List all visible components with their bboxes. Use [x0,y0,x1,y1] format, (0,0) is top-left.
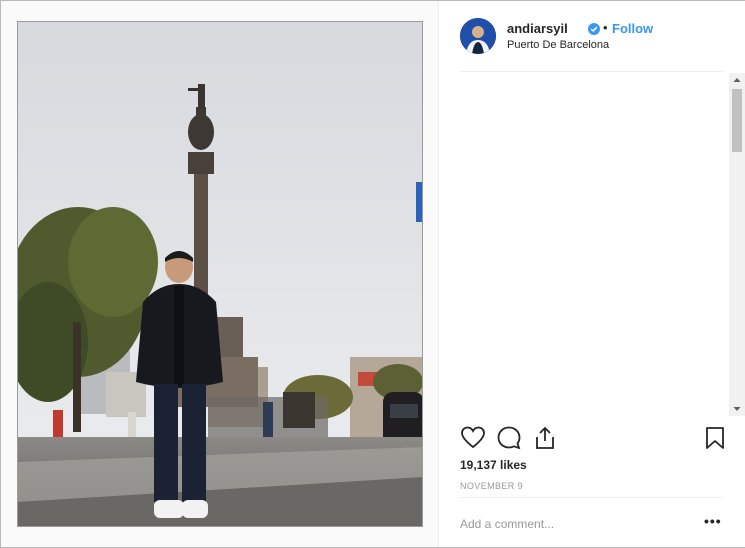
separator-dot: • [603,20,608,35]
post-photo[interactable] [17,21,423,527]
avatar-image [460,18,496,54]
post-header: andiarsyil • Follow Puerto De Barcelona [460,18,720,56]
photo-illustration [18,22,422,526]
comment-divider [460,497,723,498]
speech-bubble-icon[interactable] [496,425,522,451]
photo-panel [1,1,439,547]
more-options-icon[interactable]: ••• [704,513,722,529]
scroll-down-arrow-icon[interactable] [729,402,745,416]
comment-input[interactable] [460,515,690,533]
avatar[interactable] [460,18,496,54]
post-sidebar: andiarsyil • Follow Puerto De Barcelona [440,1,745,547]
location-link[interactable]: Puerto De Barcelona [507,39,609,51]
comments-area [460,73,725,416]
header-divider [460,71,723,72]
post-date: NOVEMBER 9 [460,481,524,491]
heart-outline-icon[interactable] [460,425,486,451]
likes-count[interactable]: 19,137 likes [460,458,527,472]
instagram-post-modal: andiarsyil • Follow Puerto De Barcelona [0,0,745,548]
username-link[interactable]: andiarsyil [507,21,568,36]
verified-badge-icon [588,22,600,35]
bookmark-outline-icon[interactable] [702,425,728,451]
follow-button[interactable]: Follow [612,21,653,36]
share-upload-icon[interactable] [532,425,558,451]
scroll-up-arrow-icon[interactable] [729,73,745,87]
comments-scrollbar[interactable] [729,73,745,416]
scrollbar-thumb[interactable] [732,89,742,152]
post-actions [460,425,725,451]
